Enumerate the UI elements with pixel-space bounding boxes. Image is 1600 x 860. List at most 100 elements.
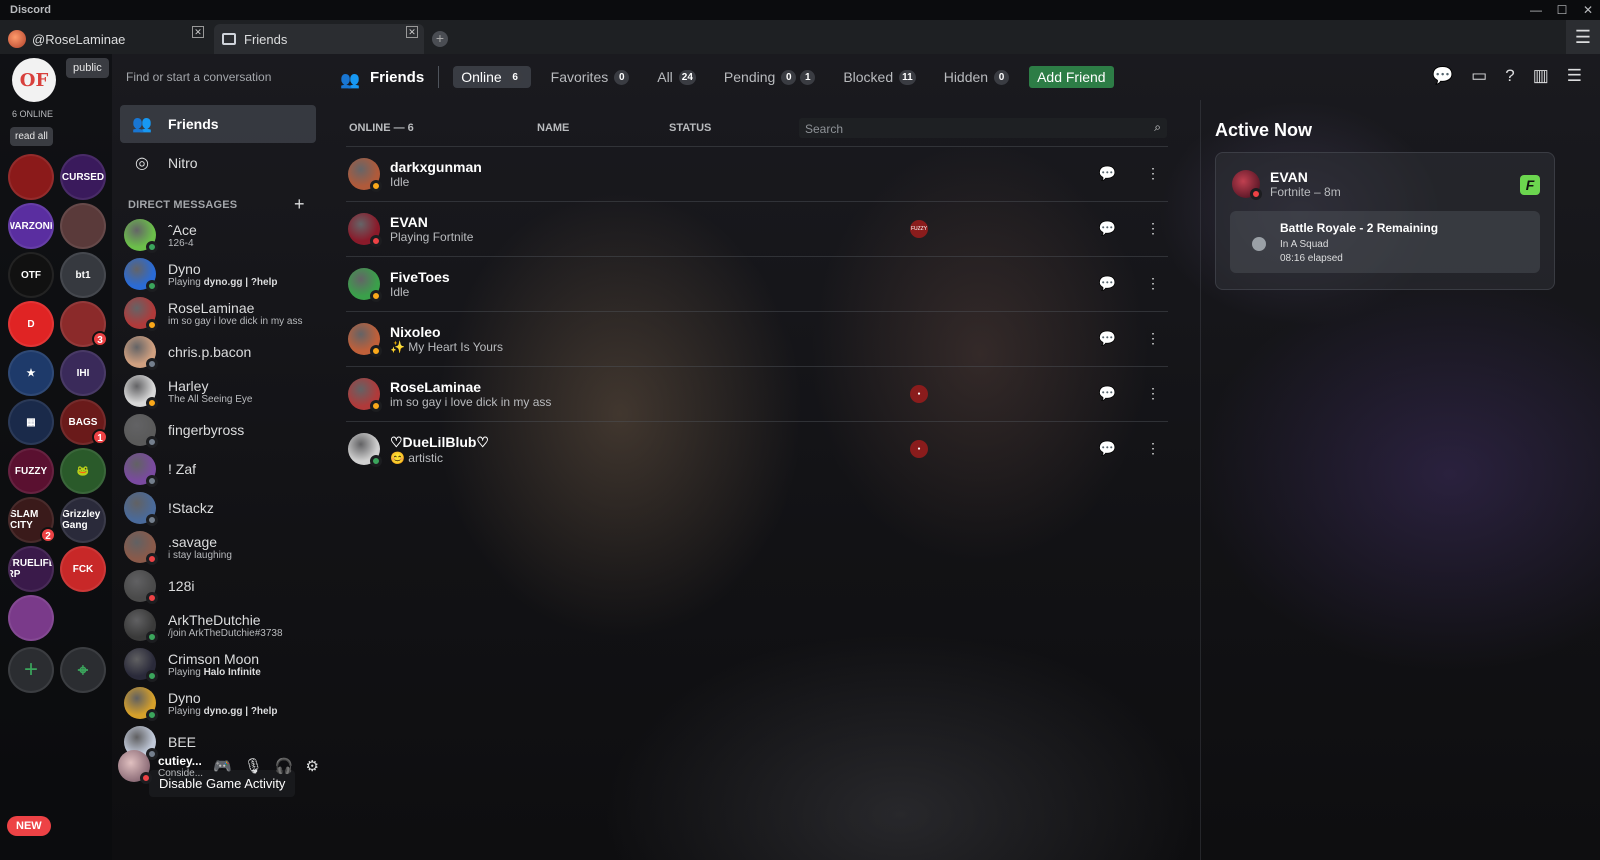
game-controller-icon[interactable]: 🎮 [213,757,232,775]
home-logo-icon[interactable]: OF [12,58,56,102]
server-icon[interactable] [8,154,54,200]
dm-item[interactable]: ! Zaf [120,450,316,488]
add-server-button[interactable]: + [8,647,54,693]
more-options-icon[interactable]: ⋮ [1146,165,1160,182]
server-icon[interactable]: FCK [60,546,106,592]
message-icon[interactable]: 💬 [1099,385,1116,402]
tab-hidden[interactable]: Hidden 0 [936,66,1017,88]
message-icon[interactable]: 💬 [1099,275,1116,292]
friend-row[interactable]: RoseLaminae im so gay i love dick in my a… [346,366,1168,421]
active-user[interactable]: EVAN Fortnite – 8m [1232,169,1341,200]
inbox-icon[interactable]: ▭ [1471,66,1487,86]
friend-row[interactable]: ♡DueLilBlub♡ 😊 artistic ● 💬 ⋮ [346,421,1168,476]
nav-nitro[interactable]: ◎ Nitro [120,144,316,182]
server-icon[interactable]: Grizzley Gang [60,497,106,543]
layout-icon[interactable]: ▥ [1533,66,1549,86]
new-group-dm-icon[interactable]: 💬 [1432,66,1453,86]
tab-pending[interactable]: Pending 0 1 [716,66,823,88]
tab-all[interactable]: All 24 [649,66,704,88]
dm-sub-activity: Halo Infinite [203,666,261,678]
server-icon[interactable]: FUZZY [8,448,54,494]
dm-item[interactable]: ˆAce 126-4 [120,216,316,254]
server-icon[interactable]: WARZONE [8,203,54,249]
settings-gear-icon[interactable]: ⚙ [305,757,318,775]
friend-search-input[interactable]: Search ⌕ [799,118,1167,138]
message-icon[interactable]: 💬 [1099,440,1116,457]
server-icon[interactable]: ★ [8,350,54,396]
server-icon[interactable]: OTF [8,252,54,298]
dm-item[interactable]: ArkTheDutchie/join ArkTheDutchie#3738 [120,606,316,644]
message-icon[interactable]: 💬 [1099,220,1116,237]
more-options-icon[interactable]: ⋮ [1146,440,1160,457]
server-label: Grizzley Gang [62,509,101,531]
server-icon[interactable]: 🐸 [60,448,106,494]
tab-online[interactable]: Online 6 [453,66,531,88]
dm-item[interactable]: Harley The All Seeing Eye [120,372,316,410]
status-column-header[interactable]: STATUS [669,122,711,134]
friend-row[interactable]: EVAN Playing Fortnite FUZZY 💬 ⋮ [346,201,1168,256]
friend-row[interactable]: FiveToes Idle 💬 ⋮ [346,256,1168,311]
user-avatar[interactable] [118,750,152,784]
create-dm-button[interactable]: + [294,194,305,215]
message-icon[interactable]: 💬 [1099,330,1116,347]
dm-subtext: Playing Halo Infinite [168,667,261,678]
minimize-icon[interactable]: — [1530,3,1542,17]
server-icon[interactable]: bt1 [60,252,106,298]
maximize-icon[interactable]: ☐ [1556,3,1568,17]
avatar [124,687,158,721]
hamburger-menu-icon[interactable]: ☰ [1566,20,1600,54]
server-tag-icon: ● [910,385,928,403]
message-icon[interactable]: 💬 [1099,165,1116,182]
headphones-icon[interactable]: 🎧 [275,757,294,775]
server-label: 🐸 [76,465,90,477]
tab-blocked[interactable]: Blocked 11 [835,66,923,88]
nav-friends[interactable]: 👥 Friends [120,105,316,143]
dm-item[interactable]: !Stackz [120,489,316,527]
friend-row[interactable]: darkxgunman Idle 💬 ⋮ [346,146,1168,201]
more-options-icon[interactable]: ⋮ [1146,385,1160,402]
server-icon[interactable]: D [8,301,54,347]
more-options-icon[interactable]: ⋮ [1146,220,1160,237]
server-icon[interactable]: CURSED [60,154,106,200]
more-options-icon[interactable]: ⋮ [1146,330,1160,347]
server-icon[interactable] [60,203,106,249]
friend-row[interactable]: Nixoleo ✨ My Heart Is Yours 💬 ⋮ [346,311,1168,366]
activity-party: In A Squad [1280,239,1329,250]
tab-close-icon[interactable]: ✕ [192,26,204,38]
server-icon[interactable] [8,595,54,641]
active-now-card[interactable]: EVAN Fortnite – 8m F Battle Royale - 2 R… [1215,152,1555,290]
dm-item[interactable]: Dyno Playing dyno.gg | ?help [120,684,316,722]
help-icon[interactable]: ? [1505,66,1514,86]
add-friend-button[interactable]: Add Friend [1029,66,1114,88]
dm-item[interactable]: RoseLaminae im so gay i love dick in my a… [120,294,316,332]
window-controls: — ☐ ✕ [1530,0,1594,20]
list-icon[interactable]: ☰ [1567,66,1582,86]
active-now-title: Active Now [1215,120,1313,140]
dm-item[interactable]: Dyno Playing dyno.gg | ?help [120,255,316,293]
divider [438,66,440,88]
read-all-button[interactable]: read all [10,127,53,146]
dm-item[interactable]: 128i [120,567,316,605]
status-dnd-indicator [370,235,382,247]
server-icon[interactable]: ▦ [8,399,54,445]
explore-servers-icon[interactable]: ⌖ [60,647,106,693]
tab-roselaminae[interactable]: @RoseLaminae ✕ [0,24,210,54]
tab-friends[interactable]: Friends ✕ [214,24,424,54]
activity-details-card[interactable]: Battle Royale - 2 Remaining In A Squad 0… [1230,211,1540,273]
dm-item[interactable]: Crimson Moon Playing Halo Infinite [120,645,316,683]
microphone-icon[interactable]: 🎙 [244,757,263,775]
dm-search-input[interactable]: Find or start a conversation [126,70,271,84]
close-window-icon[interactable]: ✕ [1582,3,1594,17]
name-column-header[interactable]: NAME [537,122,569,134]
dm-item[interactable]: chris.p.bacon [120,333,316,371]
new-tab-button[interactable]: + [432,31,448,47]
tab-favorites[interactable]: Favorites 0 [543,66,638,88]
status-idle-indicator [370,180,382,192]
dm-item[interactable]: .savage i stay laughing [120,528,316,566]
more-options-icon[interactable]: ⋮ [1146,275,1160,292]
tab-close-icon[interactable]: ✕ [406,26,418,38]
dm-item[interactable]: fingerbyross [120,411,316,449]
server-icon[interactable]: TRUELIFE RP [8,546,54,592]
new-badge[interactable]: NEW [7,816,51,836]
server-icon[interactable]: IHI [60,350,106,396]
